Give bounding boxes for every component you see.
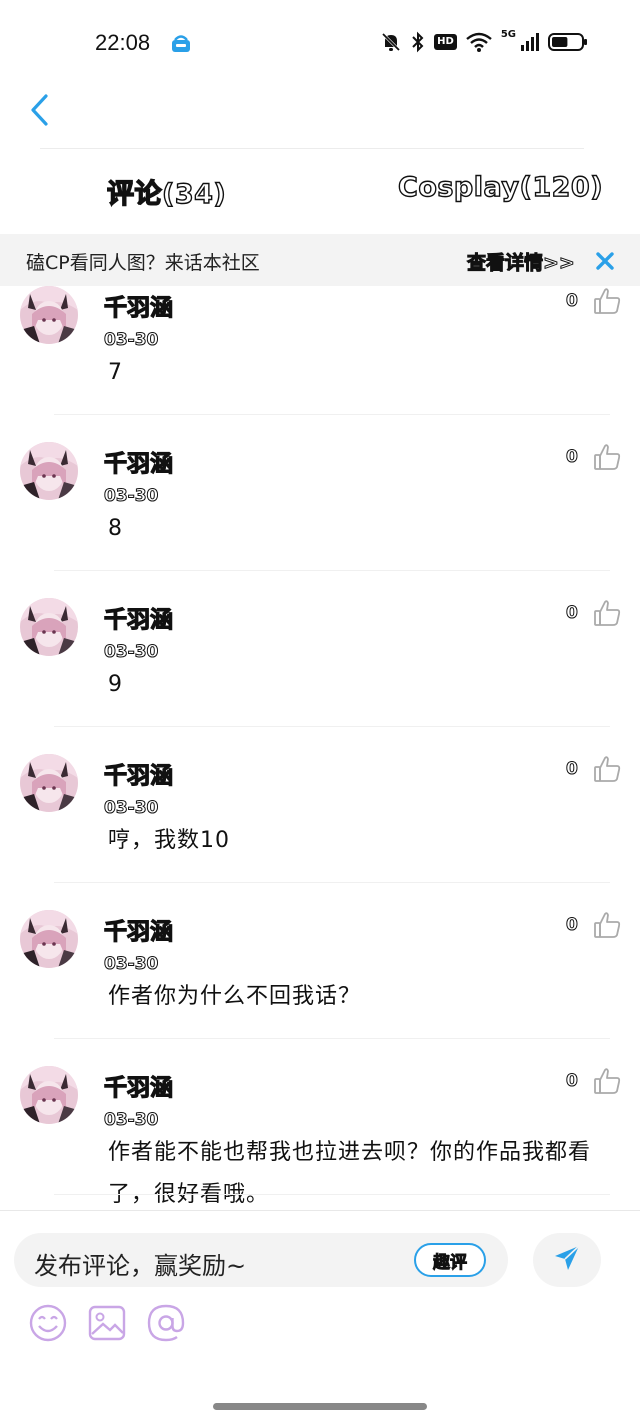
avatar[interactable] [20, 910, 78, 968]
comment-list[interactable]: 千羽涵 03-30 7 0 千羽涵 03-30 8 0 千羽涵 03-30 9 0 千羽涵 03-30 哼，… [0, 286, 640, 1210]
comment-text: 哼，我数10 [108, 828, 230, 853]
avatar[interactable] [20, 286, 78, 344]
comment-text: 作者你为什么不回我话？ [108, 984, 362, 1009]
send-button[interactable] [533, 1233, 601, 1287]
comment-text: 作者能不能也帮我也拉进去呗？你的作品我都看了，很好看哦。 [108, 1140, 592, 1207]
thumbs-up-icon[interactable] [592, 1066, 622, 1096]
avatar[interactable] [20, 598, 78, 656]
comment-text: 7 [108, 360, 123, 385]
mute-bell-icon [380, 31, 402, 53]
like-count: 0 [566, 447, 579, 468]
comment-text: 9 [108, 672, 123, 697]
like-count: 0 [566, 291, 579, 312]
comment-date: 03-30 [103, 330, 159, 351]
fun-comment-label: 趣评 [433, 1252, 468, 1273]
status-time: 22:08 [95, 30, 151, 55]
signal-icon [520, 31, 540, 53]
comment-date: 03-30 [103, 642, 159, 663]
comment-composer: 发布评论，赢奖励~ 趣评 [0, 1210, 640, 1422]
emoji-icon[interactable] [28, 1303, 68, 1343]
chevron-left-icon [28, 93, 52, 131]
comment-username[interactable]: 千羽涵 [103, 756, 173, 790]
comment-item[interactable]: 千羽涵 03-30 9 0 [0, 598, 640, 754]
comment-item[interactable]: 千羽涵 03-30 7 0 [0, 286, 640, 442]
comment-divider [54, 570, 610, 571]
hd-icon: HD [434, 34, 457, 50]
like-count: 0 [566, 759, 579, 780]
thumbs-up-icon[interactable] [592, 286, 622, 316]
status-icons: HD 5G [380, 28, 588, 56]
comment-item[interactable]: 千羽涵 03-30 哼，我数10 0 [0, 754, 640, 910]
comment-username[interactable]: 千羽涵 [103, 912, 173, 946]
comment-divider [54, 1038, 610, 1039]
thumbs-up-icon[interactable] [592, 442, 622, 472]
avatar[interactable] [20, 1066, 78, 1124]
image-icon[interactable] [87, 1303, 127, 1343]
wifi-icon [465, 31, 493, 53]
thumbs-up-icon[interactable] [592, 598, 622, 628]
thumbs-up-icon[interactable] [592, 910, 622, 940]
comment-item[interactable]: 千羽涵 03-30 作者你为什么不回我话？ 0 [0, 910, 640, 1066]
bluetooth-icon [410, 31, 426, 53]
like-count: 0 [566, 603, 579, 624]
comment-divider [54, 882, 610, 883]
back-button[interactable] [20, 92, 60, 132]
comment-item[interactable]: 千羽涵 03-30 8 0 [0, 442, 640, 598]
mention-icon[interactable] [146, 1303, 186, 1343]
comment-username[interactable]: 千羽涵 [103, 288, 173, 322]
comment-date: 03-30 [103, 954, 159, 975]
comment-username[interactable]: 千羽涵 [103, 444, 173, 478]
home-indicator[interactable] [213, 1403, 427, 1410]
comment-date: 03-30 [103, 486, 159, 507]
comment-username[interactable]: 千羽涵 [103, 1068, 173, 1102]
header-divider [40, 148, 584, 149]
comment-divider [54, 414, 610, 415]
promo-banner: 磕CP看同人图？来话本社区 查看详情>> [0, 234, 640, 286]
send-icon [552, 1243, 582, 1277]
network-type-label: 5G [500, 28, 516, 40]
avatar[interactable] [20, 442, 78, 500]
status-bar: 22:08 HD 5G [0, 0, 640, 86]
comment-username[interactable]: 千羽涵 [103, 600, 173, 634]
comment-input-placeholder: 发布评论，赢奖励~ [34, 1252, 247, 1280]
comment-divider [54, 726, 610, 727]
comment-divider [54, 1194, 610, 1195]
close-icon[interactable] [592, 248, 618, 274]
comment-date: 03-30 [103, 798, 159, 819]
comment-item[interactable]: 千羽涵 03-30 作者能不能也帮我也拉进去呗？你的作品我都看了，很好看哦。 0 [0, 1066, 640, 1210]
comment-text: 8 [108, 516, 123, 541]
comment-input[interactable]: 发布评论，赢奖励~ 趣评 [14, 1233, 508, 1287]
thumbs-up-icon[interactable] [592, 754, 622, 784]
comment-date: 03-30 [103, 1110, 159, 1131]
banner-details-link[interactable]: 查看详情>> [467, 248, 576, 275]
tab-cosplay[interactable]: Cosplay(120) [397, 171, 603, 203]
battery-icon [548, 31, 588, 53]
app-notification-icon [168, 30, 194, 56]
like-count: 0 [566, 1071, 579, 1092]
avatar[interactable] [20, 754, 78, 812]
banner-text: 磕CP看同人图？来话本社区 [26, 252, 260, 274]
fun-comment-button[interactable]: 趣评 [414, 1243, 486, 1277]
like-count: 0 [566, 915, 579, 936]
tab-comments[interactable]: 评论(34) [106, 172, 226, 211]
